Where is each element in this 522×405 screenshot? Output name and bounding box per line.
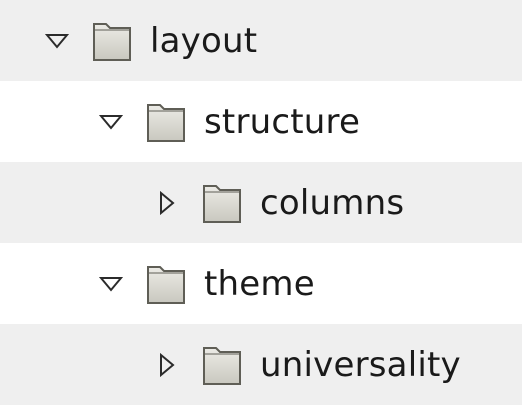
tree-item-label: universality [260,344,461,385]
expander-collapsed-icon[interactable] [152,350,182,380]
expander-expanded-icon[interactable] [96,269,126,299]
folder-icon [126,97,186,147]
tree-item-label: layout [150,20,258,61]
expander-expanded-icon[interactable] [42,26,72,56]
expander-collapsed-icon[interactable] [152,188,182,218]
tree-row-theme[interactable]: theme [0,243,522,324]
tree-row-universality[interactable]: universality [0,324,522,405]
tree-row-columns[interactable]: columns [0,162,522,243]
tree-row-layout[interactable]: layout [0,0,522,81]
folder-icon [182,178,242,228]
folder-icon [126,259,186,309]
tree-item-label: columns [260,182,405,223]
folder-icon [182,340,242,390]
tree-item-label: theme [204,263,315,304]
tree-row-structure[interactable]: structure [0,81,522,162]
folder-tree: layout structure columns theme universal… [0,0,522,405]
folder-icon [72,16,132,66]
expander-expanded-icon[interactable] [96,107,126,137]
tree-item-label: structure [204,101,361,142]
